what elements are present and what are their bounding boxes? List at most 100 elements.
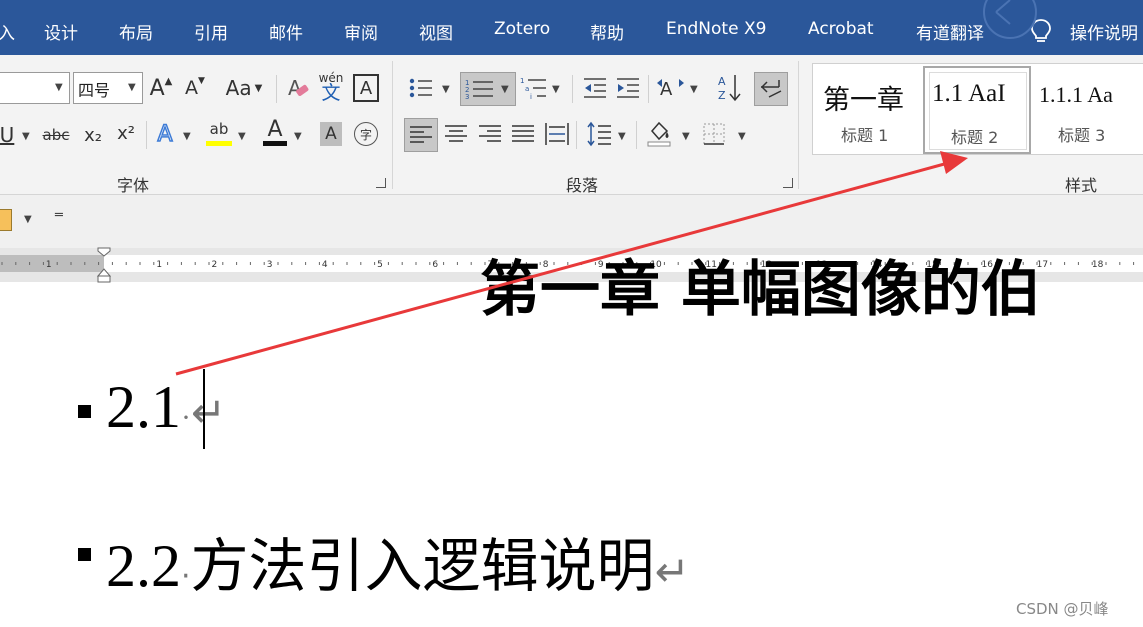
divider [576,121,577,149]
bullets-icon[interactable] [408,77,434,99]
heading-2-1[interactable]: 2.1·↵ [106,373,226,442]
caret-up-icon: ▲ [164,75,173,87]
svg-text:i: i [530,93,532,101]
style-heading-2[interactable]: 1.1 AaI 标题 2 [923,66,1031,154]
divider [146,121,147,149]
chevron-down-icon[interactable]: ▼ [442,84,450,95]
tab-endnote[interactable]: EndNote X9 [666,19,766,39]
chevron-down-icon[interactable]: ▼ [294,131,302,142]
style-preview: 第一章 [823,85,904,116]
line-spacing-icon[interactable] [586,121,612,147]
clear-formatting-icon[interactable]: A [286,75,310,101]
highlight-button[interactable]: ab [205,117,233,141]
tab-youdao[interactable]: 有道翻译 [916,19,984,44]
text-effects-button[interactable]: A [153,119,177,149]
shrink-font-button[interactable]: A ▼ [182,73,208,103]
tell-me-search[interactable]: 操作说明 [1070,19,1138,44]
font-size-value: 四号 [78,81,111,100]
svg-text:3: 3 [465,93,469,100]
divider [572,75,573,103]
svg-text:Z: Z [718,89,726,102]
character-shading-button[interactable]: A [320,122,342,146]
character-border-button[interactable]: A [353,74,379,102]
space-mark: · [181,559,191,594]
chevron-down-icon[interactable]: ▼ [238,131,246,142]
highlight-label: ab [209,120,229,138]
decrease-indent-icon[interactable] [582,76,608,100]
ruler-number: 1 [156,260,162,270]
paragraph-mark: ↵ [654,547,690,596]
subscript-button[interactable]: x₂ [80,121,106,149]
tab-view[interactable]: 视图 [419,19,453,44]
tab-references[interactable]: 引用 [194,19,228,44]
align-left-icon [410,126,432,143]
font-color-button[interactable]: A [262,117,288,142]
enclose-characters-button[interactable]: 字 [354,122,378,146]
heading-2-2-number: 2.2 [106,533,181,599]
ruler-number: 3 [267,260,273,270]
ruler-number: 18 [1092,260,1104,270]
font-name-combo[interactable]: ▼ [0,72,70,104]
change-case-label: Aa [225,76,252,100]
font-size-combo[interactable]: 四号 ▼ [73,72,143,104]
align-center-icon[interactable] [445,124,467,144]
group-divider [392,61,393,189]
chevron-down-icon: ▼ [501,84,509,95]
tab-help[interactable]: 帮助 [590,19,624,44]
style-heading-3[interactable]: 1.1.1 Aa 标题 3 [1033,64,1143,152]
phonetic-guide-button[interactable]: wén 文 [318,69,344,105]
heading-2-2[interactable]: 2.2·方法引入逻辑说明↵ [106,519,690,603]
underline-button[interactable]: U [0,121,18,149]
customize-qat-icon[interactable]: ═ [55,208,63,223]
font-group-label: 字体 [117,176,150,195]
change-case-button[interactable]: Aa ▼ [222,73,266,103]
increase-indent-icon[interactable] [615,76,641,100]
character-border-label: A [359,77,373,99]
style-heading-1[interactable]: 第一章 标题 1 [813,64,921,152]
ruler-number: 6 [432,260,438,270]
borders-icon[interactable] [703,123,725,145]
multilevel-list-icon[interactable]: 1 a i [520,75,548,101]
chevron-down-icon[interactable]: ▼ [24,214,32,225]
superscript-button[interactable]: x² [113,119,139,147]
underline-label: U [0,123,15,147]
tab-zotero[interactable]: Zotero [494,19,550,39]
qat-app-icon[interactable] [0,209,12,231]
chevron-down-icon[interactable]: ▼ [618,131,626,142]
chevron-down-icon[interactable]: ▼ [738,131,746,142]
distributed-icon[interactable] [545,122,569,146]
paragraph-dialog-launcher[interactable] [783,178,793,188]
chevron-down-icon[interactable]: ▼ [690,84,698,95]
align-right-icon[interactable] [479,124,501,144]
character-shading-label: A [325,124,337,144]
align-left-button[interactable] [404,118,438,152]
document-page[interactable]: 第一章 单幅图像的伯 2.1·↵ 2.2·方法引入逻辑说明↵ CSDN @贝峰 [0,255,1143,627]
font-dialog-launcher[interactable] [376,178,386,188]
tab-mailings[interactable]: 邮件 [269,19,303,44]
character-scaling-icon[interactable]: A [656,75,686,101]
indent-markers-icon[interactable] [97,247,111,283]
tab-acrobat[interactable]: Acrobat [808,19,874,39]
style-name: 标题 3 [1058,126,1106,145]
tab-layout[interactable]: 布局 [119,19,153,44]
tab-design[interactable]: 设计 [44,19,78,44]
sort-icon[interactable]: A Z [718,73,744,103]
chevron-down-icon[interactable]: ▼ [682,131,690,142]
divider [636,121,637,149]
chevron-down-icon[interactable]: ▼ [552,84,560,95]
grow-font-button[interactable]: A ▲ [148,73,174,103]
tab-partial-arrow[interactable]: 入 [0,19,15,44]
chevron-down-icon[interactable]: ▼ [183,131,191,142]
shading-bucket-icon[interactable] [646,119,672,147]
paragraph-mark: ↵ [191,391,227,437]
show-marks-toggle[interactable] [754,72,788,106]
strikethrough-button[interactable]: abc [40,121,72,149]
space-mark: · [181,401,191,434]
numbering-button[interactable]: 1 2 3 ▼ [460,72,516,106]
ruler-number: 4 [322,260,328,270]
strikethrough-label: abc [42,126,70,144]
justify-icon[interactable] [512,124,534,144]
chevron-down-icon[interactable]: ▼ [22,131,30,142]
text-effects-label: A [157,121,174,148]
tab-review[interactable]: 审阅 [344,19,378,44]
